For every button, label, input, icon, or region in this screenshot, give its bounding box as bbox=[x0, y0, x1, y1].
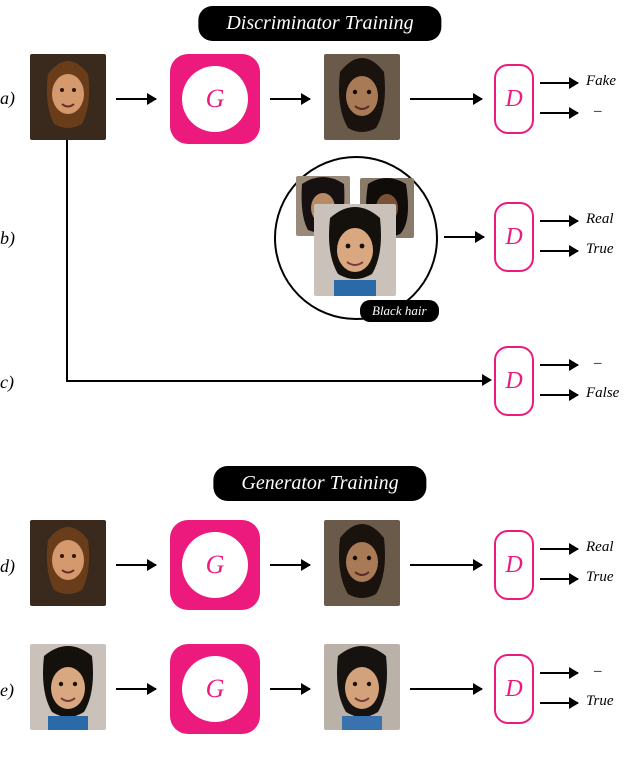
arrow-out-to-d-a bbox=[410, 98, 482, 100]
generated-face-e bbox=[324, 644, 400, 730]
arrow-a-to-g bbox=[116, 98, 156, 100]
arrow-d-out2-e bbox=[540, 702, 578, 704]
arrow-g-to-out-d bbox=[270, 564, 310, 566]
row-label-c: c) bbox=[0, 372, 14, 393]
generator-label-e: G bbox=[182, 656, 248, 722]
output-b-bot: True bbox=[586, 241, 614, 258]
arrow-e-to-g bbox=[116, 688, 156, 690]
row-label-d: d) bbox=[0, 556, 15, 577]
discriminator-block-c: D bbox=[494, 346, 534, 416]
output-c-top: – bbox=[594, 355, 602, 372]
generator-label: G bbox=[182, 66, 248, 132]
attribute-pill: Black hair bbox=[360, 300, 439, 322]
row-label-b: b) bbox=[0, 228, 15, 249]
output-e-bot: True bbox=[586, 693, 614, 710]
row-label-e: e) bbox=[0, 680, 14, 701]
connector-a-to-c-vertical bbox=[66, 140, 68, 344]
arrow-out-to-d-e bbox=[410, 688, 482, 690]
output-d-bot: True bbox=[586, 569, 614, 586]
header-generator: Generator Training bbox=[213, 466, 426, 501]
connector-corner-v bbox=[66, 344, 68, 382]
row-label-a: a) bbox=[0, 88, 15, 109]
arrow-d-out1-b bbox=[540, 220, 578, 222]
output-b-top: Real bbox=[586, 211, 614, 228]
generator-block-e: G bbox=[170, 644, 260, 734]
arrow-d-out1-a bbox=[540, 82, 578, 84]
output-d-top: Real bbox=[586, 539, 614, 556]
output-c-bot: False bbox=[586, 385, 619, 402]
generator-label-d: G bbox=[182, 532, 248, 598]
discriminator-block-b: D bbox=[494, 202, 534, 272]
output-e-top: – bbox=[594, 663, 602, 680]
arrow-d-out2-b bbox=[540, 250, 578, 252]
arrow-d-out2-a bbox=[540, 112, 578, 114]
generator-block-d: G bbox=[170, 520, 260, 610]
generated-face-d bbox=[324, 520, 400, 606]
arrow-d-out1-d bbox=[540, 548, 578, 550]
arrow-d-out1-e bbox=[540, 672, 578, 674]
input-face-e bbox=[30, 644, 106, 730]
discriminator-block-a: D bbox=[494, 64, 534, 134]
output-a-top: Fake bbox=[586, 73, 616, 90]
arrow-g-to-out-e bbox=[270, 688, 310, 690]
arrow-d-out2-c bbox=[540, 394, 578, 396]
discriminator-block-e: D bbox=[494, 654, 534, 724]
arrow-d-out2-d bbox=[540, 578, 578, 580]
arrow-out-to-d-d bbox=[410, 564, 482, 566]
set-face-3 bbox=[314, 204, 396, 296]
generator-block-a: G bbox=[170, 54, 260, 144]
arrow-g-to-out-a bbox=[270, 98, 310, 100]
arrow-set-to-d-b bbox=[444, 236, 484, 238]
discriminator-block-d: D bbox=[494, 530, 534, 600]
input-face-a bbox=[30, 54, 106, 140]
header-discriminator: Discriminator Training bbox=[198, 6, 441, 41]
arrow-d-to-g bbox=[116, 564, 156, 566]
output-a-bot: – bbox=[594, 103, 602, 120]
generated-face-a bbox=[324, 54, 400, 140]
input-face-d bbox=[30, 520, 106, 606]
connector-arrowhead-c bbox=[482, 374, 492, 386]
connector-a-to-c-horizontal bbox=[66, 380, 482, 382]
arrow-d-out1-c bbox=[540, 364, 578, 366]
